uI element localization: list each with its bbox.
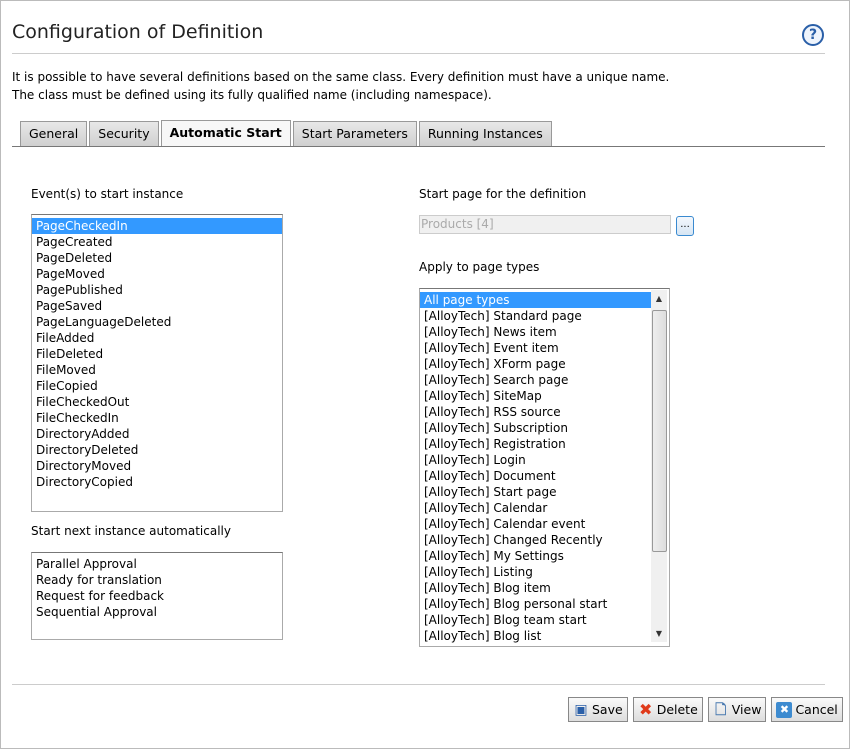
floppy-icon: ▣ (574, 701, 588, 718)
list-item[interactable]: PageCreated (32, 234, 282, 250)
list-item[interactable]: PageSaved (32, 298, 282, 314)
save-button[interactable]: ▣ Save (568, 697, 628, 722)
list-item[interactable]: PagePublished (32, 282, 282, 298)
intro-text: It is possible to have several definitio… (12, 68, 669, 104)
intro-line: The class must be defined using its full… (12, 88, 492, 102)
list-item[interactable]: [AlloyTech] Search page (420, 372, 652, 388)
page-title: Configuration of Definition (12, 21, 264, 43)
list-item[interactable]: DirectoryMoved (32, 458, 282, 474)
cancel-label: Cancel (795, 702, 838, 717)
page-types-listbox[interactable]: All page types [AlloyTech] Standard page[… (419, 288, 670, 647)
action-buttons: ▣ Save ✖ Delete 🗋 View ✖ Cancel (568, 697, 843, 722)
list-item[interactable]: Sequential Approval (32, 604, 282, 620)
magnifier-page-icon: 🗋 (715, 701, 727, 718)
list-item[interactable]: DirectoryAdded (32, 426, 282, 442)
list-item[interactable]: [AlloyTech] Listing (420, 564, 652, 580)
cancel-button[interactable]: ✖ Cancel (771, 697, 843, 722)
intro-line: It is possible to have several definitio… (12, 70, 670, 84)
list-item[interactable]: Ready for translation (32, 572, 282, 588)
next-instance-label: Start next instance automatically (31, 524, 231, 538)
tab-running-instances[interactable]: Running Instances (418, 121, 552, 146)
red-x-icon: ✖ (638, 699, 653, 719)
tab-security[interactable]: Security (89, 121, 159, 146)
list-item[interactable]: [AlloyTech] Calendar (420, 500, 652, 516)
list-item[interactable]: [AlloyTech] Start page (420, 484, 652, 500)
scroll-thumb[interactable] (652, 310, 667, 552)
list-item[interactable]: [AlloyTech] Changed Recently (420, 532, 652, 548)
browse-button[interactable]: ... (676, 216, 694, 236)
blue-x-icon: ✖ (776, 701, 793, 718)
save-label: Save (592, 702, 623, 717)
list-item[interactable]: FileMoved (32, 362, 282, 378)
list-item[interactable]: FileCopied (32, 378, 282, 394)
list-item[interactable]: FileCheckedOut (32, 394, 282, 410)
list-item[interactable]: [AlloyTech] RSS source (420, 404, 652, 420)
list-item[interactable]: [AlloyTech] Blog item (420, 580, 652, 596)
list-item[interactable]: FileDeleted (32, 346, 282, 362)
list-item[interactable]: [AlloyTech] News item (420, 324, 652, 340)
list-item[interactable]: [AlloyTech] Login (420, 452, 652, 468)
list-item[interactable]: [AlloyTech] My Settings (420, 548, 652, 564)
delete-label: Delete (656, 702, 698, 717)
list-item[interactable]: [AlloyTech] Calendar event (420, 516, 652, 532)
list-item[interactable]: All page types (420, 292, 652, 308)
view-label: View (731, 702, 762, 717)
list-item[interactable]: [AlloyTech] Registration (420, 436, 652, 452)
delete-button[interactable]: ✖ Delete (632, 697, 703, 722)
list-item[interactable]: Parallel Approval (32, 556, 282, 572)
tab-general[interactable]: General (20, 121, 88, 146)
list-item[interactable]: [AlloyTech] Blog personal start (420, 596, 652, 612)
start-page-input[interactable]: Products [4] (419, 215, 671, 234)
view-button[interactable]: 🗋 View (707, 697, 767, 722)
list-item[interactable]: PageDeleted (32, 250, 282, 266)
divider (12, 53, 825, 54)
list-item[interactable]: [AlloyTech] Subscription (420, 420, 652, 436)
help-icon[interactable]: ? (802, 24, 824, 46)
list-item[interactable]: [AlloyTech] Blog list (420, 628, 652, 644)
list-item[interactable]: PageLanguageDeleted (32, 314, 282, 330)
list-item[interactable]: [AlloyTech] Document (420, 468, 652, 484)
list-item[interactable]: PageMoved (32, 266, 282, 282)
next-instance-listbox[interactable]: Parallel Approval Ready for translation Re… (31, 552, 283, 640)
list-item[interactable]: [AlloyTech] Event item (420, 340, 652, 356)
list-item[interactable]: DirectoryCopied (32, 474, 282, 490)
tab-bar: General Security Automatic Start Start Para… (20, 120, 552, 147)
scroll-up-icon[interactable]: ▲ (651, 290, 667, 307)
tab-divider (12, 146, 825, 147)
start-page-label: Start page for the definition (419, 187, 587, 201)
page-types-scrollbar[interactable]: ▲ ▼ (651, 290, 667, 642)
events-label: Event(s) to start instance (31, 187, 184, 201)
divider (12, 684, 825, 685)
list-item[interactable]: FileCheckedIn (32, 410, 282, 426)
list-item[interactable]: DirectoryDeleted (32, 442, 282, 458)
list-item[interactable]: PageCheckedIn (32, 218, 282, 234)
list-item[interactable]: [AlloyTech] XForm page (420, 356, 652, 372)
events-listbox[interactable]: PageCheckedIn PageCreated PageDeleted PageM… (31, 214, 283, 512)
list-item[interactable]: [AlloyTech] Standard page (420, 308, 652, 324)
page-types-label: Apply to page types (419, 260, 540, 274)
tab-start-parameters[interactable]: Start Parameters (292, 121, 417, 146)
list-item[interactable]: Request for feedback (32, 588, 282, 604)
list-item[interactable]: [AlloyTech] SiteMap (420, 388, 652, 404)
list-item[interactable]: [AlloyTech] Blog team start (420, 612, 652, 628)
scroll-down-icon[interactable]: ▼ (651, 625, 667, 642)
tab-automatic-start[interactable]: Automatic Start (160, 120, 291, 147)
list-item[interactable]: FileAdded (32, 330, 282, 346)
